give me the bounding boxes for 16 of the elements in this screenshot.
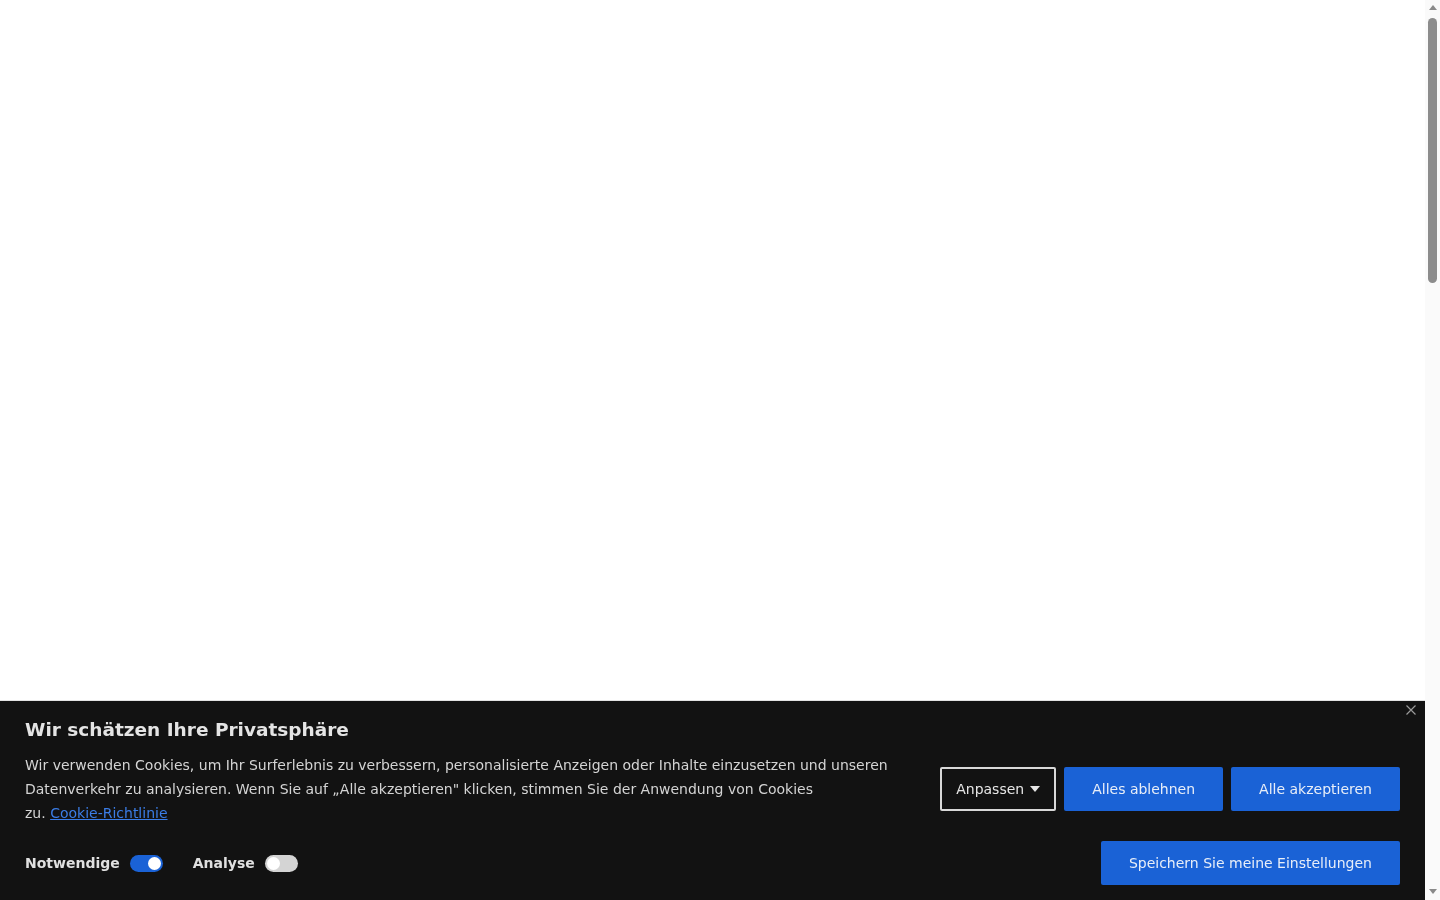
customize-button[interactable]: Anpassen xyxy=(940,767,1057,811)
reject-all-button[interactable]: Alles ablehnen xyxy=(1064,767,1224,811)
caret-icon xyxy=(1030,786,1041,792)
toggle-switch[interactable] xyxy=(264,854,298,872)
accept-all-button[interactable]: Alle akzeptieren xyxy=(1231,767,1400,811)
scroll-down-arrow-icon[interactable] xyxy=(1428,889,1437,894)
banner-text: Wir verwenden Cookies, um Ihr Surferlebnis zu verbessern, personalisierte Anzeigen oder Inhalte einzusetzen und unseren Datenverkehr zu analysieren. Wenn Sie auf „Alle akzeptieren" klicken, stimmen Sie der Anwendung von Cookies zu. Cookie-Richtlinie xyxy=(25,756,889,823)
banner-title: Wir schätzen Ihre Privatsphäre xyxy=(25,718,350,742)
save-settings-button[interactable]: Speichern Sie meine Einstellungen xyxy=(1100,841,1400,885)
toggle-label: Notwendige xyxy=(25,855,120,871)
toggle-label: Analyse xyxy=(192,855,255,871)
cookie-policy-link[interactable]: Cookie-Richtlinie xyxy=(50,805,168,821)
close-icon[interactable] xyxy=(1406,705,1416,715)
scroll-up-arrow-icon[interactable] xyxy=(1428,5,1437,10)
toggle-switch[interactable] xyxy=(129,854,163,872)
scrollbar-thumb[interactable] xyxy=(1428,18,1437,283)
